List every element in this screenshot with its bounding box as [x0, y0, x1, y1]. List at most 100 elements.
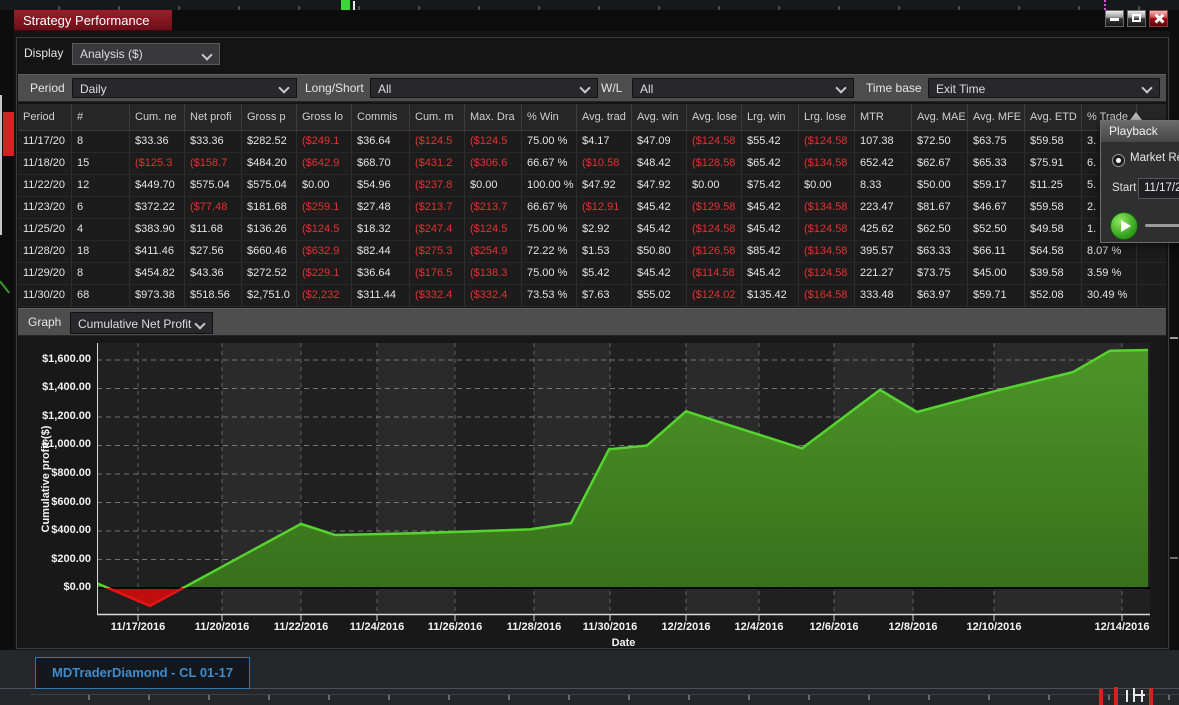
table-cell: $383.90: [130, 219, 185, 240]
window-title[interactable]: Strategy Performance: [14, 10, 172, 31]
table-row[interactable]: 11/23/20 6 $372.22 ($77.48 $181.68 ($259.1 $27…: [18, 197, 1166, 219]
table-cell: 652.42: [855, 153, 912, 174]
table-cell: $47.92: [632, 175, 687, 196]
market-replay-radio[interactable]: [1112, 154, 1125, 167]
table-cell: $46.67: [968, 197, 1025, 218]
column-header[interactable]: Avg. lose: [687, 104, 742, 130]
table-cell: $7.63: [577, 285, 632, 306]
graph-bar: Graph Cumulative Net Profit: [18, 308, 1166, 336]
playback-slider[interactable]: [1145, 224, 1179, 227]
table-cell: $47.09: [632, 131, 687, 152]
column-header[interactable]: Commis: [352, 104, 410, 130]
table-cell: ($124.5: [410, 131, 465, 152]
performance-table: Period # Cum. ne Net profi Gross p Gross lo Co…: [18, 104, 1166, 307]
screen: Strategy Performance Display Analysis ($…: [0, 0, 1179, 705]
table-cell: $33.36: [130, 131, 185, 152]
wl-filter-dropdown[interactable]: All: [632, 78, 854, 98]
display-dropdown[interactable]: Analysis ($): [72, 43, 220, 65]
table-cell: ($249.1: [297, 131, 352, 152]
table-cell: 75.00 %: [522, 263, 577, 284]
background-green-bar: [341, 0, 350, 10]
table-cell: $372.22: [130, 197, 185, 218]
market-replay-radio-label: Market Re: [1130, 152, 1179, 164]
column-header[interactable]: Avg. trad: [577, 104, 632, 130]
table-row[interactable]: 11/17/20 8 $33.36 $33.36 $282.52 ($249.1 $36.6…: [18, 131, 1166, 153]
period-filter-dropdown[interactable]: Daily: [72, 78, 297, 98]
x-tick-label: 11/22/2016: [273, 621, 329, 633]
table-cell: $660.46: [242, 241, 297, 262]
column-header[interactable]: Cum. ne: [130, 104, 185, 130]
background-candle-red-1: [1099, 689, 1103, 705]
background-tick-white-3: [1133, 694, 1145, 696]
table-cell: $181.68: [242, 197, 297, 218]
column-header[interactable]: Avg. MAE: [912, 104, 968, 130]
maximize-button[interactable]: [1127, 10, 1146, 27]
column-header[interactable]: Lrg. win: [742, 104, 799, 130]
table-cell: ($124.5: [297, 219, 352, 240]
table-row[interactable]: 11/28/20 18 $411.46 $27.56 $660.46 ($632.9 $82…: [18, 241, 1166, 263]
table-cell: 8: [72, 131, 130, 152]
column-header[interactable]: MTR: [855, 104, 912, 130]
timebase-filter-value: Exit Time: [936, 82, 986, 96]
timebase-filter-dropdown[interactable]: Exit Time: [928, 78, 1160, 98]
table-cell: ($10.58: [577, 153, 632, 174]
table-cell: 30.49 %: [1082, 285, 1137, 306]
table-row[interactable]: 11/22/20 12 $449.70 $575.04 $575.04 $0.00 $54.…: [18, 175, 1166, 197]
playback-panel-title[interactable]: Playback: [1101, 121, 1179, 142]
table-cell: $2,751.0: [242, 285, 297, 306]
column-header[interactable]: % Win: [522, 104, 577, 130]
table-cell: ($124.58: [687, 219, 742, 240]
column-header[interactable]: Gross p: [242, 104, 297, 130]
play-button[interactable]: [1110, 212, 1138, 240]
table-cell: 15: [72, 153, 130, 174]
minimize-button[interactable]: [1105, 10, 1124, 27]
start-date-field[interactable]: 11/17/2: [1138, 178, 1179, 199]
table-cell: ($164.58: [799, 285, 855, 306]
table-cell: ($259.1: [297, 197, 352, 218]
y-tick-label: $200.00: [51, 552, 91, 565]
scroll-up-icon[interactable]: [1130, 112, 1142, 120]
table-cell: ($124.02: [687, 285, 742, 306]
table-cell: $0.00: [297, 175, 352, 196]
table-cell: 8.33: [855, 175, 912, 196]
column-header[interactable]: Cum. m: [410, 104, 465, 130]
table-cell: 223.47: [855, 197, 912, 218]
table-row[interactable]: 11/25/20 4 $383.90 $11.68 $136.26 ($124.5 $18.…: [18, 219, 1166, 241]
table-cell: 107.38: [855, 131, 912, 152]
graph-dropdown-value: Cumulative Net Profit: [78, 317, 192, 331]
chart-tab-mdtraderdiamond[interactable]: MDTraderDiamond - CL 01-17: [35, 657, 250, 689]
table-row[interactable]: 11/18/20 15 ($125.3 ($158.7 $484.20 ($642.9 $6…: [18, 153, 1166, 175]
x-tick-label: 12/2/2016: [661, 621, 711, 633]
table-cell: 11/17/20: [18, 131, 72, 152]
x-tick-label: 11/28/2016: [506, 621, 562, 633]
close-button[interactable]: [1149, 10, 1168, 27]
x-tick-label: 12/8/2016: [888, 621, 938, 633]
table-cell: $49.58: [1025, 219, 1082, 240]
table-cell: $1.53: [577, 241, 632, 262]
table-cell: ($213.7: [410, 197, 465, 218]
chart-plot: [97, 343, 1150, 621]
table-cell: $66.11: [968, 241, 1025, 262]
chevron-down-icon: [579, 82, 591, 94]
longshort-filter-dropdown[interactable]: All: [370, 78, 598, 98]
column-header[interactable]: Avg. MFE: [968, 104, 1025, 130]
table-cell: $62.50: [912, 219, 968, 240]
display-row: Display Analysis ($): [14, 31, 1170, 73]
column-header[interactable]: Lrg. lose: [799, 104, 855, 130]
table-cell: $5.42: [577, 263, 632, 284]
table-cell: ($77.48: [185, 197, 242, 218]
column-header[interactable]: Gross lo: [297, 104, 352, 130]
x-tick-label: 11/26/2016: [427, 621, 483, 633]
column-header[interactable]: Avg. ETD: [1025, 104, 1082, 130]
column-header[interactable]: Avg. win: [632, 104, 687, 130]
table-cell: $59.58: [1025, 197, 1082, 218]
column-header[interactable]: #: [72, 104, 130, 130]
column-header[interactable]: Max. Dra: [465, 104, 522, 130]
table-cell: ($632.9: [297, 241, 352, 262]
column-header[interactable]: Net profi: [185, 104, 242, 130]
graph-dropdown[interactable]: Cumulative Net Profit: [70, 312, 213, 334]
table-row[interactable]: 11/29/20 8 $454.82 $43.36 $272.52 ($229.1 $36.…: [18, 263, 1166, 285]
background-green-mark: [0, 280, 10, 294]
table-row[interactable]: 11/30/20 68 $973.38 $518.56 $2,751.0 ($2,232 $…: [18, 285, 1166, 307]
column-header[interactable]: Period: [18, 104, 72, 130]
